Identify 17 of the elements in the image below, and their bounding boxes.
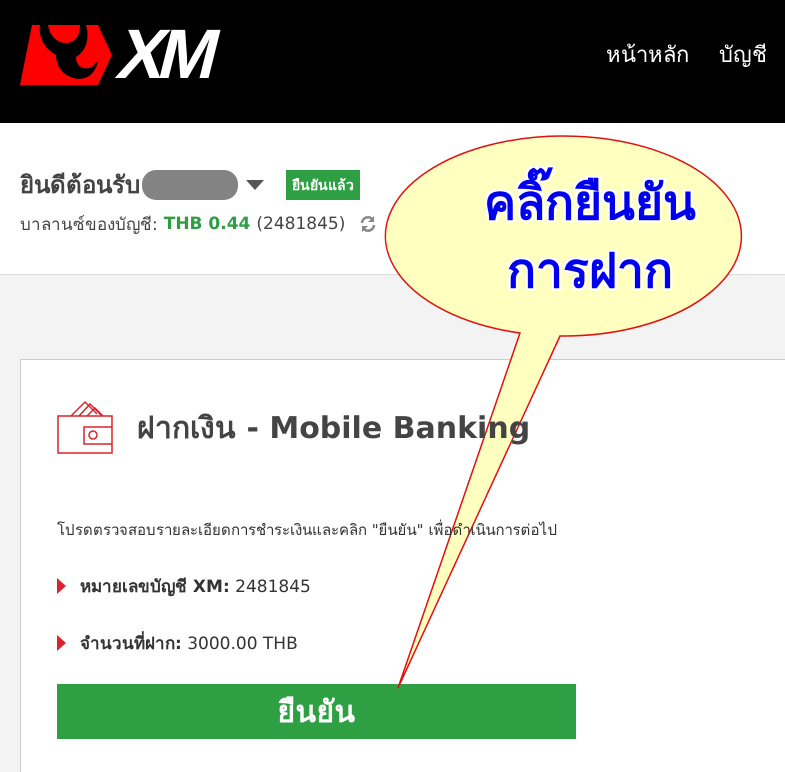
- bull-logo-icon: [20, 24, 112, 84]
- dropdown-caret-icon[interactable]: [246, 180, 264, 190]
- detail-text: หมายเลขบัญชี XM: 2481845: [80, 576, 311, 599]
- account-number: (2481845): [256, 214, 346, 234]
- balance-value: THB 0.44: [164, 214, 250, 234]
- bullet-icon: [57, 634, 66, 650]
- welcome-text: ยินดีต้อนรับ: [20, 170, 140, 201]
- callout-text: การฝาก: [506, 242, 674, 301]
- verified-badge: ยืนยันแล้ว: [286, 170, 360, 200]
- nav-link[interactable]: หน้าหลัก: [606, 37, 689, 72]
- refresh-icon[interactable]: [359, 214, 378, 232]
- logo: XM: [20, 24, 223, 86]
- nav-link[interactable]: บัญชี: [719, 37, 767, 72]
- wallet-icon: [57, 400, 113, 454]
- bullet-icon: [57, 578, 66, 594]
- balance-label: บาลานซ์ของบัญชี:: [20, 214, 158, 237]
- detail-text: จำนวนที่ฝาก: 3000.00 THB: [80, 629, 298, 656]
